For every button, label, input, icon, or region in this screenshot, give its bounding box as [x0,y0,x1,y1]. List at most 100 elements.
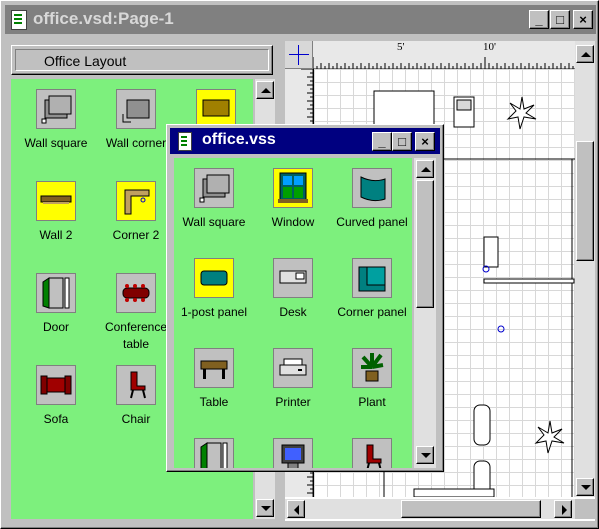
stencil-panel-shape-item[interactable]: Wall square [13,89,99,152]
one-post-panel-icon [194,258,234,298]
drawing-horizontal-scrollbar[interactable] [285,499,575,519]
minimize-icon: _ [378,134,386,149]
wall-square-icon [194,168,234,208]
stencil-panel-header[interactable]: Office Layout [11,45,273,75]
maximize-icon: □ [556,12,564,27]
arrow-left-icon [294,505,299,515]
scroll-up-button[interactable] [256,81,274,99]
minimize-button[interactable]: _ [529,10,549,29]
stencil-close-button[interactable]: × [415,132,435,151]
stencil-panel-shape-label: Wall 2 [39,228,73,242]
wall-corner-icon [116,89,156,129]
wall-2-icon [36,181,76,221]
horizontal-ruler: 5' 10' [313,41,575,69]
stencil-minimize-button[interactable]: _ [372,132,392,151]
document-icon [11,10,27,30]
chair-icon [116,365,156,405]
scroll-down-button[interactable] [256,499,274,517]
stencil-window-shape-item[interactable]: Corner panel [329,258,412,321]
stencil-window-shape-item[interactable]: Table [174,348,257,411]
chair-icon [352,438,392,468]
stencil-panel-shape-item[interactable]: Wall 2 [13,181,99,244]
stencil-panel-shape-label: Sofa [43,412,69,426]
curved-panel-icon [352,168,392,208]
stencil-window-shape-label: Wall square [182,215,246,229]
close-button[interactable]: × [573,10,593,29]
maximize-button[interactable]: □ [550,10,570,29]
arrow-right-icon [562,505,567,515]
stencil-window-shape-item[interactable]: Window [250,168,336,231]
arrow-down-icon [261,506,271,511]
stencil-window-shape-item[interactable]: Plant [329,348,412,411]
maximize-icon: □ [398,134,406,149]
panel-icon [196,89,236,129]
main-title-bar[interactable]: office.vsd:Page-1 _ □ × [5,5,596,34]
wall-square-icon [36,89,76,129]
stencil-window-shape-item[interactable] [174,438,257,468]
stencil-window-title-bar[interactable]: office.vss _ □ × [170,128,440,154]
drawing-scroll-right-button[interactable] [554,500,572,518]
drawing-scroll-down-button[interactable] [576,478,594,496]
desk-icon [273,258,313,298]
arrow-up-icon [421,167,431,172]
stencil-panel-shape-item[interactable]: Door [13,273,99,336]
stencil-window-shape-label: Window [271,215,315,229]
ruler-origin[interactable] [285,41,313,69]
stencil-window-shape-item[interactable]: Wall square [174,168,257,231]
arrow-up-icon [581,52,591,57]
stencil-maximize-button[interactable]: □ [392,132,412,151]
stencil-panel-shape-item[interactable]: Sofa [13,365,99,428]
stencil-window-shape-item[interactable] [329,438,412,468]
stencil-window-shape-item[interactable]: 1-post panel [174,258,257,321]
stencil-window-shape-label: Plant [358,395,386,409]
stencil-window-shape-label: Printer [275,395,311,409]
main-window-title: office.vsd:Page-1 [33,9,174,28]
stencil-scroll-up-button[interactable] [416,160,434,178]
minimize-icon: _ [535,12,543,27]
sofa-icon [36,365,76,405]
stencil-window-title: office.vss [202,131,276,148]
stencil-scroll-down-button[interactable] [416,446,434,464]
ruler-mark-5: 5' [397,41,405,53]
window-icon [273,168,313,208]
stencil-window-shape-label: Desk [279,305,307,319]
drawing-hscroll-thumb[interactable] [401,500,541,518]
close-icon: × [579,12,587,27]
stencil-scroll-thumb[interactable] [416,180,434,308]
arrow-down-icon [581,485,591,490]
stencil-window-shape-label: Corner panel [337,305,407,319]
door-icon [194,438,234,468]
stencil-panel-shape-label: Wall square [24,136,88,150]
stencil-window-shape-label: 1-post panel [180,305,248,319]
stencil-window-shape-item[interactable] [250,438,336,468]
conference-table-icon [116,273,156,313]
stencil-file-icon [178,132,192,151]
monitor-icon [273,438,313,468]
stencil-window: office.vss _ □ × Wall square Window Curved… [166,124,444,472]
stencil-window-shape-label: Curved panel [336,215,408,229]
stencil-window-shape-item[interactable]: Curved panel [329,168,412,231]
drawing-scroll-thumb[interactable] [576,141,594,261]
corner-panel-icon [352,258,392,298]
printer-icon [273,348,313,388]
drawing-vertical-scrollbar[interactable] [575,41,595,497]
table-icon [194,348,234,388]
drawing-scroll-up-button[interactable] [576,45,594,63]
stencil-window-shape-item[interactable]: Desk [250,258,336,321]
stencil-window-shape-item[interactable]: Printer [250,348,336,411]
ruler-ticks-h [313,57,574,69]
drawing-scroll-left-button[interactable] [287,500,305,518]
corner-2-icon [116,181,156,221]
arrow-up-icon [261,88,271,93]
stencil-window-content: Wall square Window Curved panel 1-post pane… [174,158,412,468]
arrow-down-icon [421,453,431,458]
stencil-panel-shape-label: Door [42,320,69,334]
stencil-window-scrollbar[interactable] [414,158,436,468]
door-icon [36,273,76,313]
close-icon: × [421,134,429,149]
stencil-window-shape-label: Table [199,395,229,409]
ruler-mark-10: 10' [483,41,496,53]
plant-icon [352,348,392,388]
size-grip[interactable] [575,499,595,519]
stencil-panel-title: Office Layout [44,53,127,69]
